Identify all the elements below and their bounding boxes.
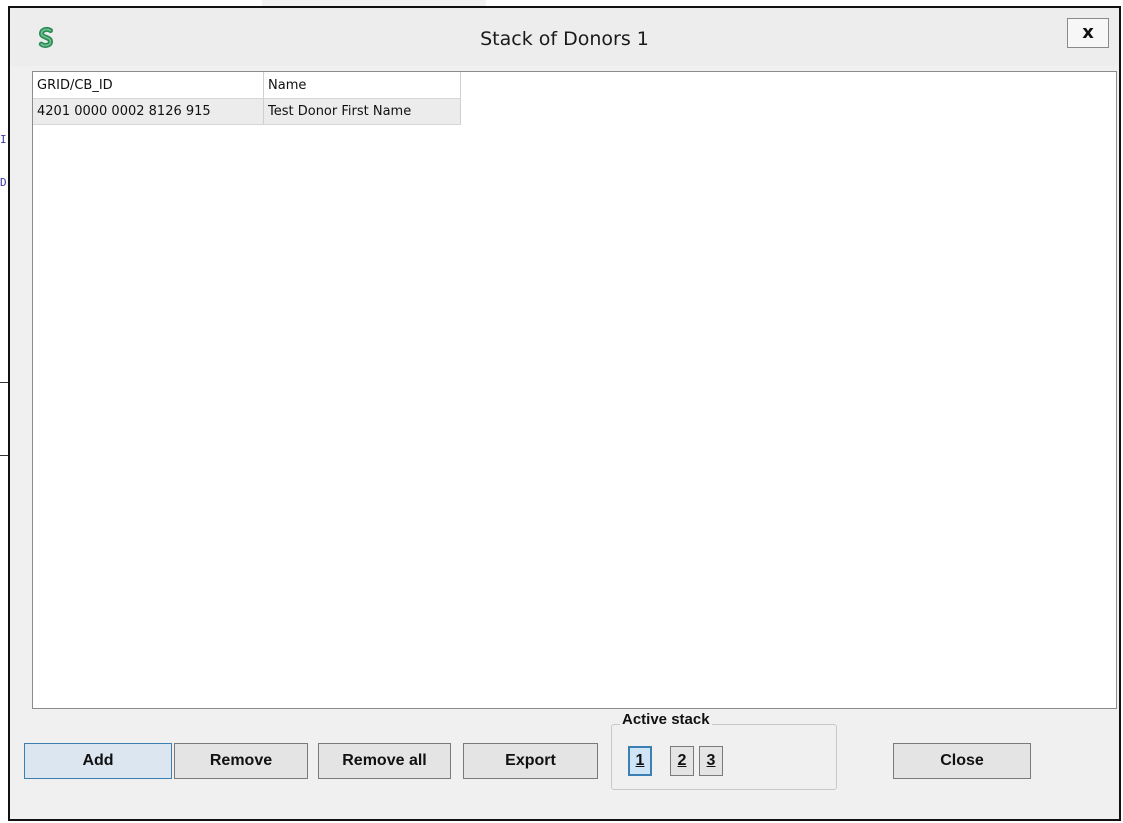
table-header-row: GRID/CB_ID Name <box>33 72 461 99</box>
remove-button[interactable]: Remove <box>174 743 308 779</box>
stack-of-donors-dialog: Stack of Donors 1 x GRID/CB_ID Name 4201… <box>8 6 1121 821</box>
column-header-grid-cb-id[interactable]: GRID/CB_ID <box>33 72 264 99</box>
donor-table-viewport[interactable]: GRID/CB_ID Name 4201 0000 0002 8126 915 … <box>32 71 1117 709</box>
stack-3-button[interactable]: 3 <box>699 746 723 776</box>
close-button[interactable]: Close <box>893 743 1031 779</box>
background-app-edge <box>0 0 8 823</box>
stack-2-button[interactable]: 2 <box>670 746 694 776</box>
donor-table: GRID/CB_ID Name 4201 0000 0002 8126 915 … <box>33 72 461 125</box>
close-window-button[interactable]: x <box>1067 18 1109 48</box>
background-glyph: I <box>0 133 7 146</box>
column-header-name[interactable]: Name <box>263 72 461 99</box>
table-cell-grid-cb-id[interactable]: 4201 0000 0002 8126 915 <box>33 98 264 125</box>
title-bar[interactable]: Stack of Donors 1 x <box>10 8 1119 66</box>
remove-all-button[interactable]: Remove all <box>318 743 451 779</box>
table-cell-name[interactable]: Test Donor First Name <box>263 98 461 125</box>
table-row[interactable]: 4201 0000 0002 8126 915 Test Donor First… <box>33 98 461 125</box>
export-button[interactable]: Export <box>463 743 598 779</box>
stack-1-button[interactable]: 1 <box>628 746 652 776</box>
add-button[interactable]: Add <box>24 743 172 779</box>
dialog-title: Stack of Donors 1 <box>480 28 649 50</box>
active-stack-label: Active stack <box>620 711 712 728</box>
